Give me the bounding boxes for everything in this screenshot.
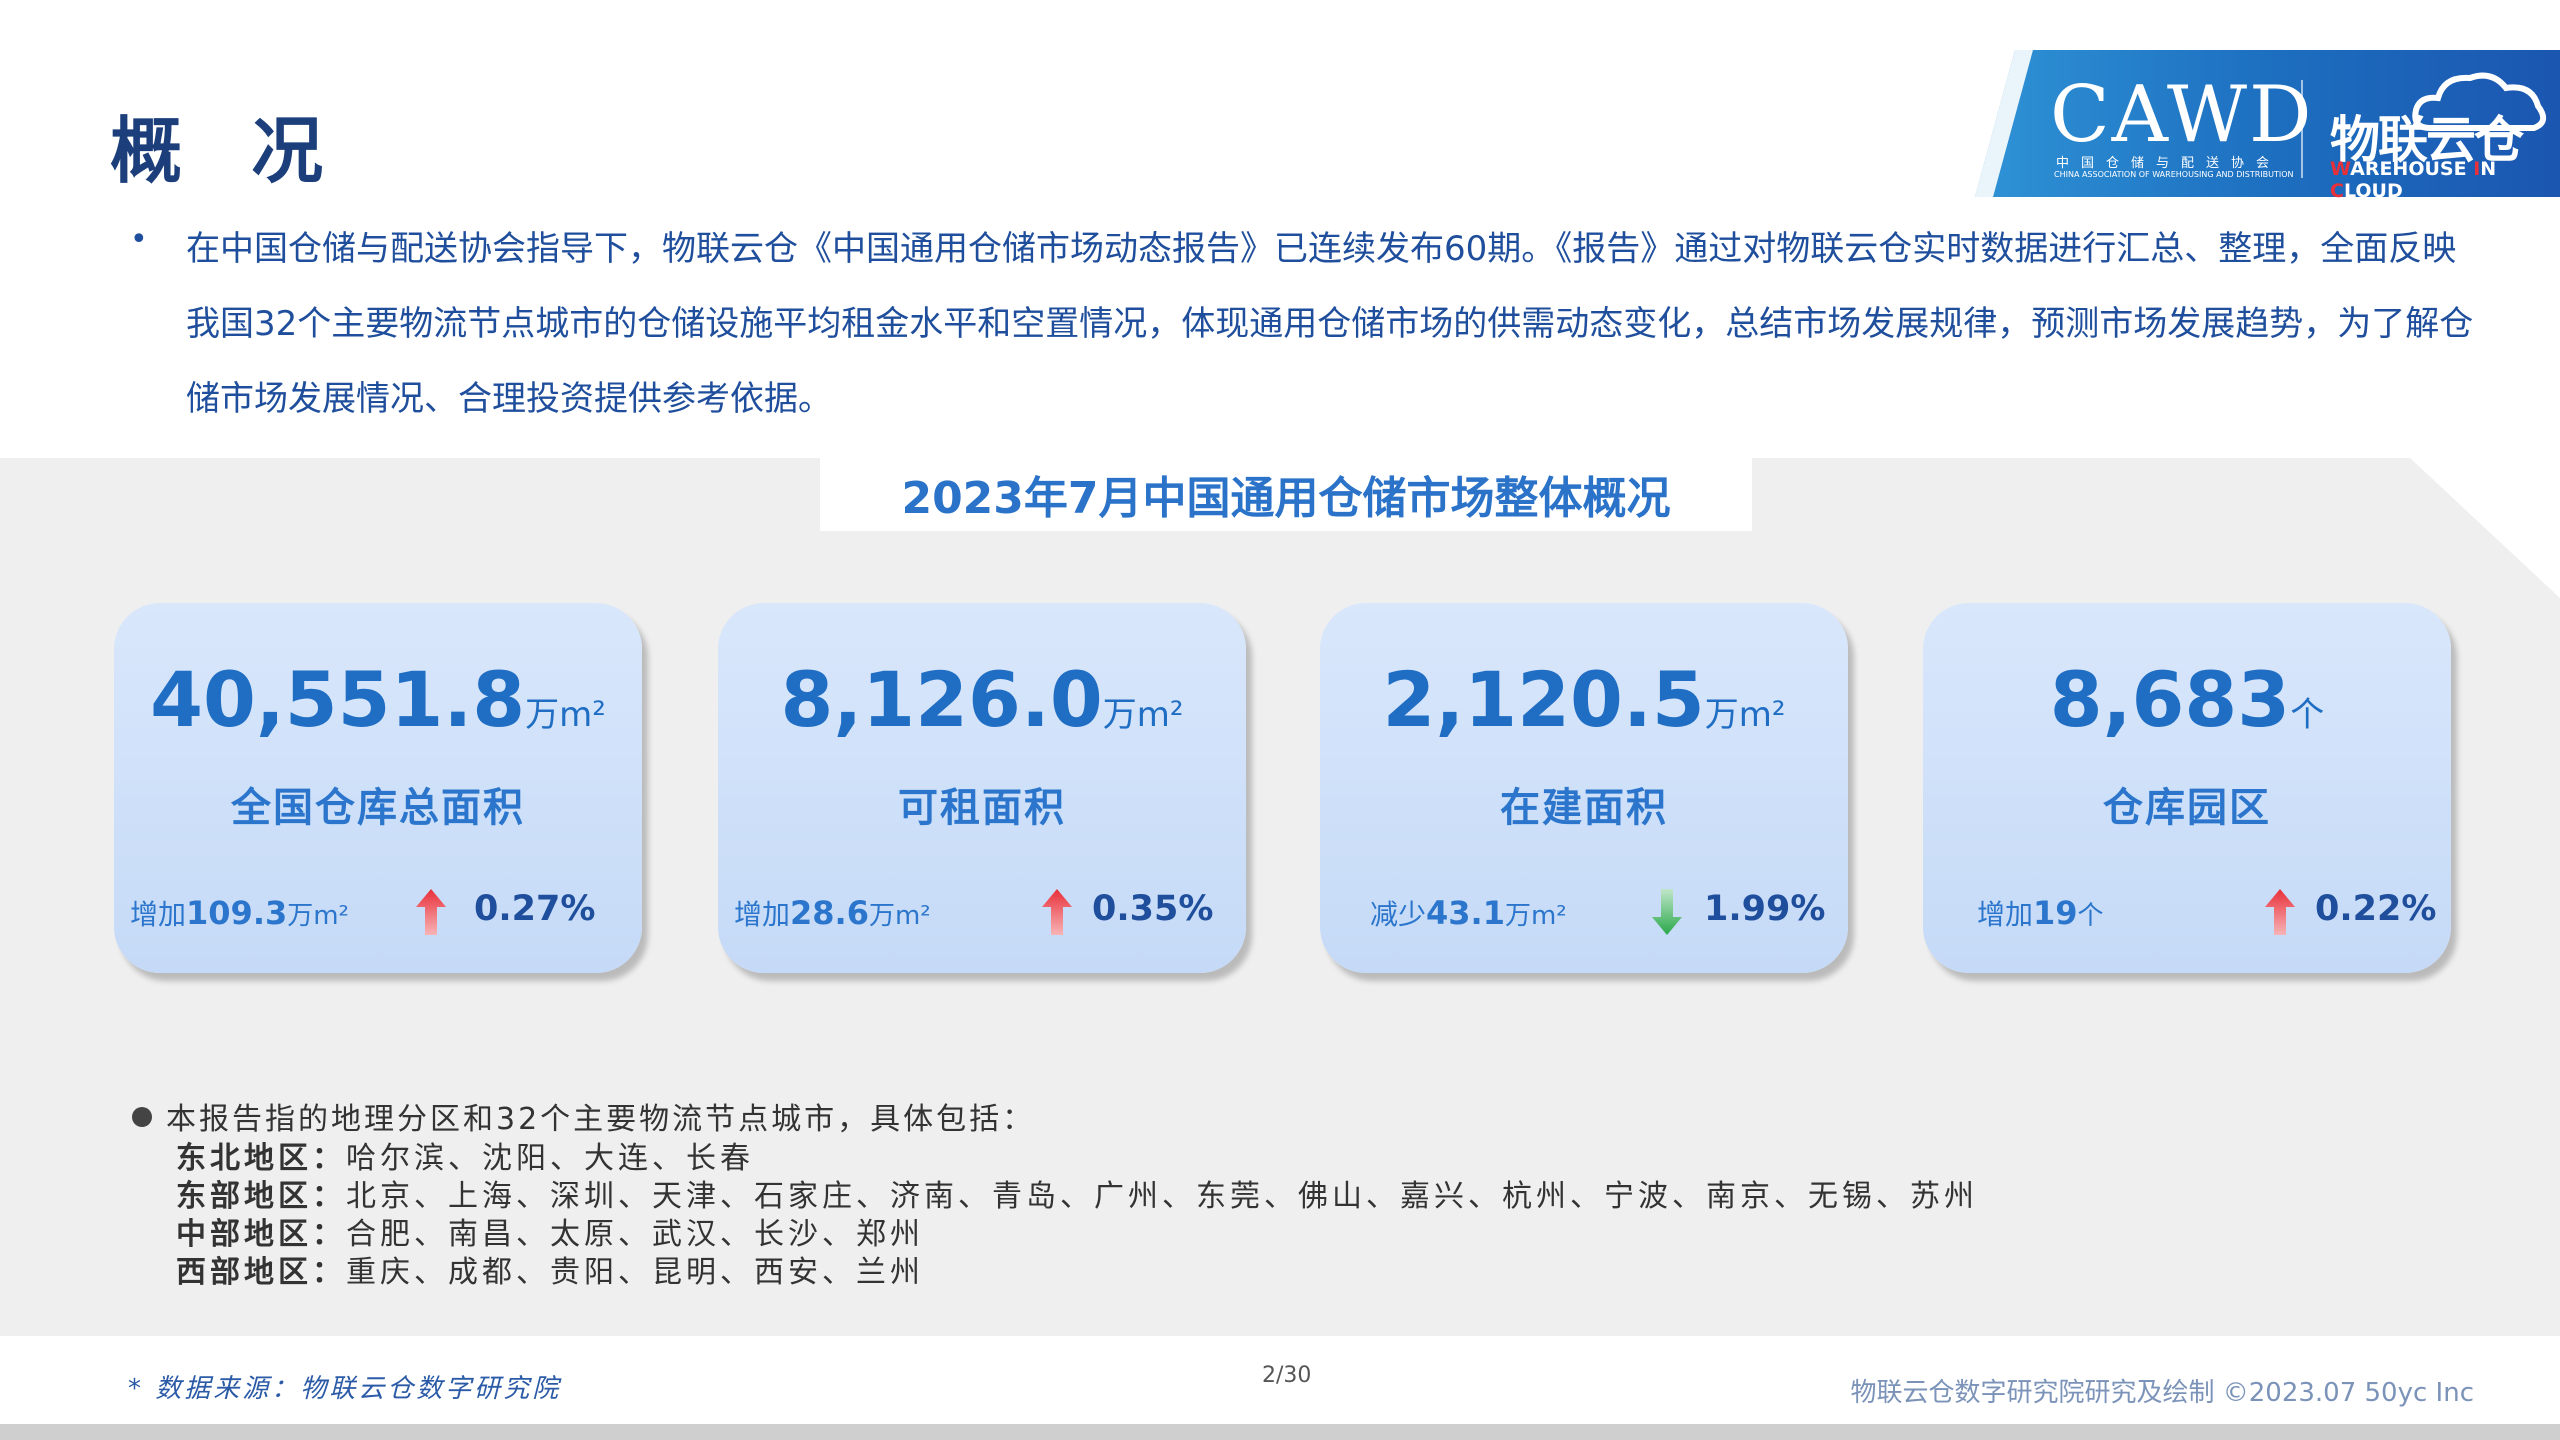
stat-label: 在建面积	[1500, 785, 1668, 831]
stat-percent: 0.22%	[2315, 889, 2437, 929]
stat-card-total-area: 40,551.8万m² 全国仓库总面积 增加109.3万m² 0.27%	[114, 603, 642, 973]
stat-percent: 0.27%	[474, 889, 596, 929]
cawd-logo-subtitle-cn: 中国仓储与配送协会	[2056, 156, 2282, 171]
wic-logo-subtitle: WAREHOUSE IN CLOUD	[2330, 158, 2497, 202]
intro-paragraph: 在中国仓储与配送协会指导下，物联云仓《中国通用仓储市场动态报告》已连续发布60期…	[186, 229, 2474, 419]
stat-card-under-construction: 2,120.5万m² 在建面积 减少43.1万m² 1.99%	[1320, 603, 1848, 973]
stat-label: 仓库园区	[2103, 785, 2271, 831]
stat-percent: 1.99%	[1704, 889, 1826, 929]
stat-change: 减少43.1万m²	[1370, 894, 1567, 932]
bullet-dot-icon	[132, 1107, 152, 1127]
bottom-bar	[0, 1424, 2560, 1440]
stat-card-warehouse-parks: 8,683个 仓库园区 增加19个 0.22%	[1923, 603, 2451, 973]
stat-card-rentable-area: 8,126.0万m² 可租面积 增加28.6万m² 0.35%	[718, 603, 1246, 973]
stat-change: 增加28.6万m²	[734, 894, 931, 932]
arrow-up-icon	[1042, 889, 1072, 935]
stat-unit: 万m²	[1704, 695, 1786, 735]
stat-percent: 0.35%	[1092, 889, 1214, 929]
arrow-up-icon	[2265, 889, 2295, 935]
stat-value: 2,120.5	[1382, 655, 1705, 744]
stat-value: 8,683	[2049, 655, 2291, 744]
stat-value: 40,551.8	[150, 655, 526, 744]
cawd-logo-subtitle-en: CHINA ASSOCIATION OF WAREHOUSING AND DIS…	[2054, 170, 2294, 179]
region-west: 西部地区：重庆、成都、贵阳、昆明、西安、兰州	[176, 1255, 924, 1290]
stat-value: 8,126.0	[780, 655, 1103, 744]
stat-unit: 万m²	[1102, 695, 1184, 735]
stat-unit: 万m²	[525, 695, 606, 735]
page-title: 概 况	[110, 109, 346, 193]
stat-label: 全国仓库总面积	[231, 785, 525, 831]
stat-label: 可租面积	[898, 785, 1066, 831]
data-source-note: * 数据来源：物联云仓数字研究院	[128, 1374, 562, 1404]
stat-change: 增加109.3万m²	[130, 894, 349, 932]
arrow-up-icon	[416, 889, 446, 935]
stat-change: 增加19个	[1977, 894, 2104, 932]
page-number: 2/30	[1262, 1363, 1312, 1388]
copyright-note: 物联云仓数字研究院研究及绘制 ©2023.07 50yc Inc	[1850, 1378, 2474, 1408]
section-title: 2023年7月中国通用仓储市场整体概况	[901, 473, 1671, 524]
cawd-logo-text: CAWD	[2050, 70, 2314, 160]
corner-decoration	[2410, 458, 2560, 598]
arrow-down-icon	[1652, 889, 1682, 935]
stat-unit: 个	[2290, 695, 2325, 735]
intro-bullet: •	[130, 222, 148, 257]
region-notes-intro: 本报告指的地理分区和32个主要物流节点城市，具体包括：	[132, 1094, 1035, 1138]
